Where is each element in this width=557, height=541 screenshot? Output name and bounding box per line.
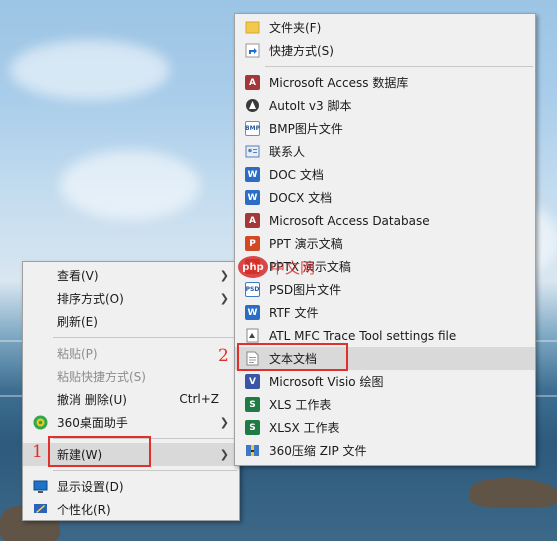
xls-icon: S (245, 397, 260, 412)
360-assistant-icon (33, 415, 48, 430)
chevron-right-icon: ❯ (219, 448, 229, 461)
submenu-item-label: ATL MFC Trace Tool settings file (269, 328, 457, 343)
php-cn-watermark: php 中文网 (238, 256, 315, 278)
annotation-box-text-doc (237, 343, 348, 371)
submenu-item-xlsx[interactable]: S XLSX 工作表 (235, 416, 535, 439)
submenu-item-label: 联系人 (269, 145, 306, 159)
menu-item-360-assistant[interactable]: 360桌面助手 ❯ (23, 411, 239, 434)
menu-item-undo-delete[interactable]: 撤消 删除(U) Ctrl+Z (23, 388, 239, 411)
submenu-item-label: BMP图片文件 (269, 122, 343, 136)
menu-item-label: 查看(V) (57, 269, 99, 283)
submenu-item-label: AutoIt v3 脚本 (269, 99, 352, 113)
chevron-right-icon: ❯ (219, 269, 229, 282)
submenu-item-xls[interactable]: S XLS 工作表 (235, 393, 535, 416)
submenu-item-rtf[interactable]: W RTF 文件 (235, 301, 535, 324)
submenu-item-visio[interactable]: V Microsoft Visio 绘图 (235, 370, 535, 393)
submenu-item-label: 360压缩 ZIP 文件 (269, 444, 367, 458)
watermark-logo: php (238, 256, 268, 278)
menu-item-label: 粘贴快捷方式(S) (57, 370, 146, 384)
personalize-icon (33, 502, 48, 517)
submenu-item-ppt[interactable]: P PPT 演示文稿 (235, 232, 535, 255)
menu-item-sort-by[interactable]: 排序方式(O) ❯ (23, 287, 239, 310)
annotation-box-new (48, 436, 151, 467)
submenu-item-bmp[interactable]: BMP BMP图片文件 (235, 117, 535, 140)
menu-item-refresh[interactable]: 刷新(E) (23, 310, 239, 333)
menu-item-label: 360桌面助手 (57, 416, 128, 430)
chevron-right-icon: ❯ (219, 416, 229, 429)
submenu-item-label: XLS 工作表 (269, 398, 332, 412)
submenu-item-label: DOCX 文档 (269, 191, 333, 205)
menu-item-paste-shortcut[interactable]: 粘贴快捷方式(S) (23, 365, 239, 388)
submenu-item-access-db[interactable]: A Microsoft Access 数据库 (235, 71, 535, 94)
menu-item-label: 刷新(E) (57, 315, 98, 329)
desktop-context-menu: 查看(V) ❯ 排序方式(O) ❯ 刷新(E) 粘贴(P) 粘贴快捷方式(S) … (22, 261, 240, 521)
cloud (60, 150, 200, 220)
annotation-number-1: 1 (32, 442, 43, 462)
word-doc-icon: W (245, 167, 260, 182)
menu-item-personalize[interactable]: 个性化(R) (23, 498, 239, 521)
submenu-item-docx[interactable]: W DOCX 文档 (235, 186, 535, 209)
menu-separator (265, 66, 533, 67)
watermark-text: 中文网 (270, 258, 316, 277)
new-submenu: 文件夹(F) 快捷方式(S) A Microsoft Access 数据库 Au… (234, 13, 536, 466)
submenu-item-label: Microsoft Access 数据库 (269, 76, 409, 90)
rtf-icon: W (245, 305, 260, 320)
menu-item-display-settings[interactable]: 显示设置(D) (23, 475, 239, 498)
word-docx-icon: W (245, 190, 260, 205)
submenu-item-label: 文件夹(F) (269, 21, 322, 35)
submenu-item-label: DOC 文档 (269, 168, 324, 182)
menu-separator (53, 337, 237, 338)
menu-item-label: 个性化(R) (57, 503, 111, 517)
display-settings-icon (33, 479, 48, 494)
menu-separator (53, 470, 237, 471)
submenu-item-shortcut[interactable]: 快捷方式(S) (235, 39, 535, 62)
menu-item-label: 显示设置(D) (57, 480, 124, 494)
submenu-item-contact[interactable]: 联系人 (235, 140, 535, 163)
submenu-item-zip[interactable]: 360压缩 ZIP 文件 (235, 439, 535, 462)
submenu-item-label: RTF 文件 (269, 306, 319, 320)
autoit-icon (245, 98, 260, 113)
contact-icon (245, 144, 260, 159)
cloud (10, 40, 170, 100)
rock (470, 478, 557, 508)
annotation-number-2: 2 (218, 346, 229, 366)
visio-icon: V (245, 374, 260, 389)
menu-item-label: 撤消 删除(U) (57, 393, 127, 407)
access-db-icon: A (245, 213, 260, 228)
ppt-icon: P (245, 236, 260, 251)
menu-item-label: 粘贴(P) (57, 347, 98, 361)
chevron-right-icon: ❯ (219, 292, 229, 305)
access-icon: A (245, 75, 260, 90)
xlsx-icon: S (245, 420, 260, 435)
menu-item-paste[interactable]: 粘贴(P) (23, 342, 239, 365)
submenu-item-label: XLSX 工作表 (269, 421, 340, 435)
submenu-item-label: Microsoft Visio 绘图 (269, 375, 384, 389)
psd-icon: PSD (245, 282, 260, 297)
menu-item-label: 排序方式(O) (57, 292, 124, 306)
atl-trace-icon (245, 328, 260, 343)
submenu-item-label: 快捷方式(S) (269, 44, 334, 58)
bmp-icon: BMP (245, 121, 260, 136)
submenu-item-access-database[interactable]: A Microsoft Access Database (235, 209, 535, 232)
submenu-item-doc[interactable]: W DOC 文档 (235, 163, 535, 186)
folder-icon (245, 20, 260, 35)
zip-icon (245, 443, 260, 458)
submenu-item-label: PPT 演示文稿 (269, 237, 343, 251)
menu-item-view[interactable]: 查看(V) ❯ (23, 264, 239, 287)
submenu-item-folder[interactable]: 文件夹(F) (235, 16, 535, 39)
shortcut-icon (245, 43, 260, 58)
submenu-item-psd[interactable]: PSD PSD图片文件 (235, 278, 535, 301)
submenu-item-label: PSD图片文件 (269, 283, 342, 297)
menu-item-shortcut: Ctrl+Z (179, 392, 219, 406)
submenu-item-label: Microsoft Access Database (269, 213, 430, 228)
submenu-item-autoit[interactable]: AutoIt v3 脚本 (235, 94, 535, 117)
